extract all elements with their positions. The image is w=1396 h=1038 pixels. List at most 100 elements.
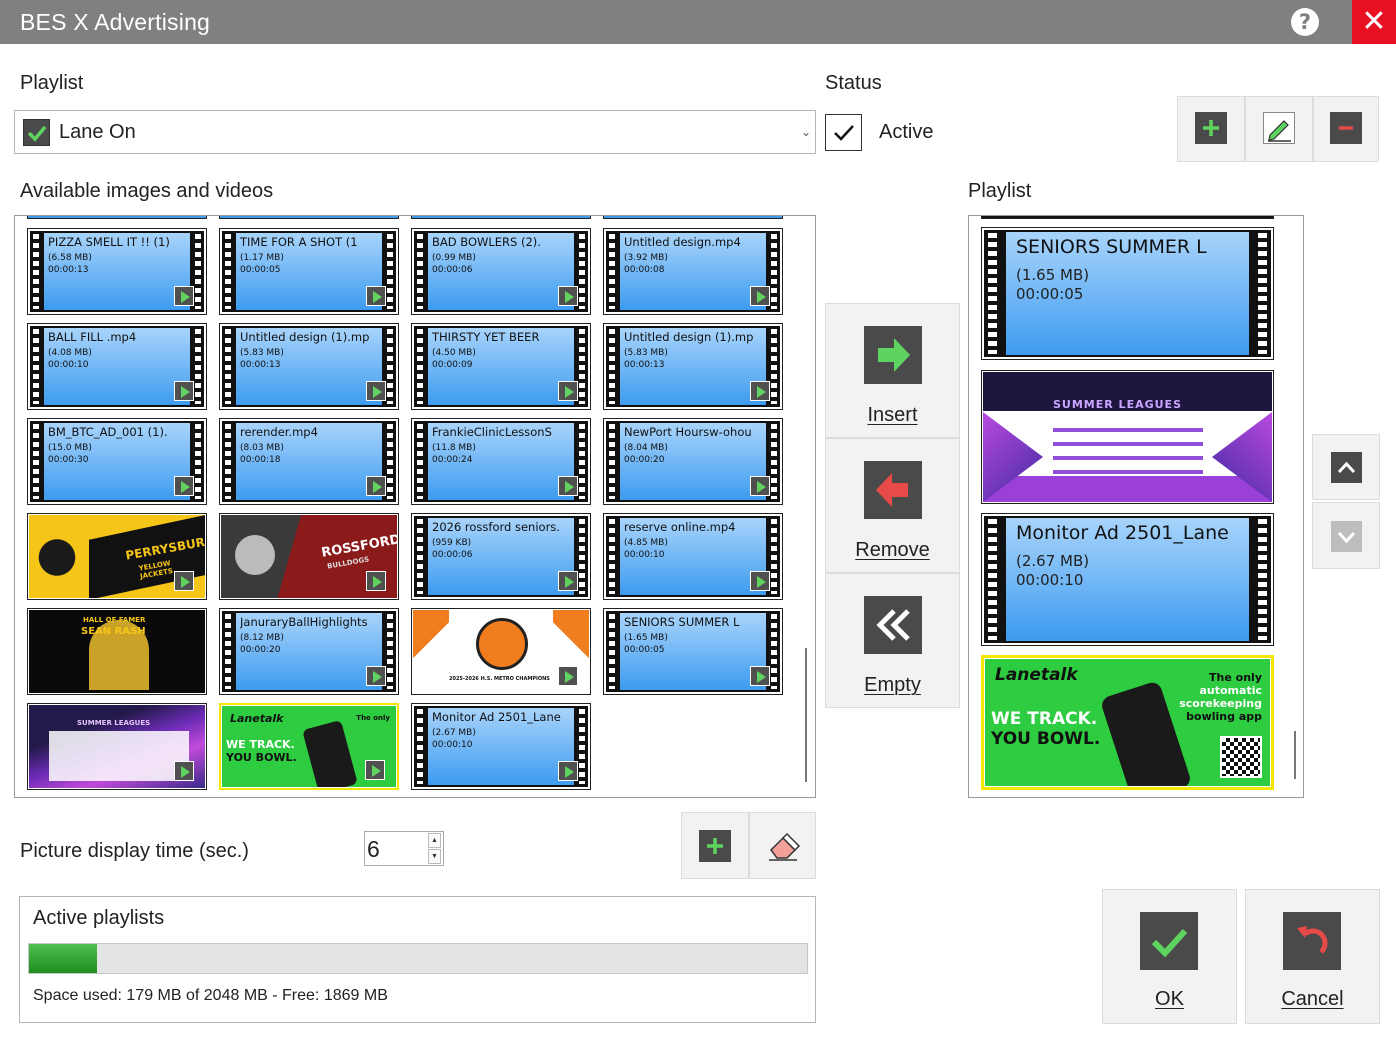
play-icon[interactable] [366, 381, 386, 401]
available-media-list[interactable]: PIZZA SMELL IT !! (1) (6.58 MB) 00:00:13… [14, 215, 816, 798]
empty-button[interactable]: Empty [825, 573, 960, 708]
status-active-checkbox[interactable] [825, 114, 862, 151]
erase-media-button[interactable] [749, 812, 816, 879]
edit-playlist-button[interactable] [1245, 96, 1313, 162]
summer-leagues-text: SUMMER LEAGUES [1053, 398, 1182, 411]
playlist-scrollbar[interactable] [1294, 731, 1296, 779]
media-tile[interactable]: Monitor Ad 2501_Lane (2.67 MB) 00:00:10 [411, 703, 591, 790]
media-tile[interactable]: NewPort Hoursw-ohou (8.04 MB) 00:00:20 [603, 418, 783, 505]
play-icon[interactable] [558, 381, 578, 401]
play-icon[interactable] [174, 381, 194, 401]
help-icon[interactable]: ? [1291, 8, 1319, 36]
media-duration: 00:00:05 [624, 645, 665, 655]
playlist-list[interactable]: SENIORS SUMMER L (1.65 MB) 00:00:05 SUMM… [968, 215, 1304, 798]
add-media-button[interactable] [681, 812, 749, 879]
media-tile-image[interactable]: HALL OF FAMER SEAN RASH [27, 608, 207, 695]
media-tile[interactable]: PIZZA SMELL IT !! (1) (6.58 MB) 00:00:13 [27, 228, 207, 315]
play-icon[interactable] [558, 666, 578, 686]
play-icon[interactable] [174, 476, 194, 496]
media-tile-image[interactable]: SUMMER LEAGUES [27, 703, 207, 790]
playlist-tile[interactable]: Monitor Ad 2501_Lane (2.67 MB) 00:00:10 [981, 513, 1274, 646]
remove-button[interactable]: Remove [825, 438, 960, 573]
sean-rash-text: SEAN RASH [81, 626, 146, 637]
media-name: rerender.mp4 [240, 425, 318, 439]
cancel-button[interactable]: Cancel [1245, 889, 1380, 1024]
media-tile[interactable]: reserve online.mp4 (4.85 MB) 00:00:10 [603, 513, 783, 600]
move-down-button[interactable] [1312, 502, 1380, 569]
play-icon[interactable] [558, 761, 578, 781]
play-icon[interactable] [365, 760, 385, 780]
playlist-label: Playlist [20, 72, 84, 94]
play-icon[interactable] [174, 571, 194, 591]
play-icon[interactable] [366, 571, 386, 591]
media-tile-image[interactable]: Lanetalk WE TRACK. YOU BOWL. The only [219, 703, 399, 790]
playlist-dropdown[interactable]: Lane On ⌄ [14, 110, 816, 154]
media-tile-image[interactable]: 2025-2026 H.S. METRO CHAMPIONS [411, 608, 591, 695]
play-icon[interactable] [366, 476, 386, 496]
playlist-tile-image[interactable]: SUMMER LEAGUES [981, 370, 1274, 504]
play-icon[interactable] [366, 666, 386, 686]
play-icon[interactable] [366, 286, 386, 306]
picture-time-value: 6 [367, 836, 380, 862]
list-item[interactable] [27, 216, 207, 219]
play-icon[interactable] [558, 571, 578, 591]
media-duration: 00:00:10 [48, 360, 89, 370]
media-tile[interactable]: Untitled design.mp4 (3.92 MB) 00:00:08 [603, 228, 783, 315]
media-tile[interactable]: rerender.mp4 (8.03 MB) 00:00:18 [219, 418, 399, 505]
play-icon[interactable] [174, 761, 194, 781]
playlist-tile-image[interactable]: Lanetalk WE TRACK. YOU BOWL. The only au… [981, 655, 1274, 790]
playlist-tile[interactable]: SENIORS SUMMER L (1.65 MB) 00:00:05 [981, 227, 1274, 360]
insert-button[interactable]: Insert [825, 303, 960, 438]
media-tile[interactable]: 2026 rossford seniors. (959 KB) 00:00:06 [411, 513, 591, 600]
chevron-down-icon[interactable]: ⌄ [801, 125, 811, 139]
list-item[interactable] [981, 216, 1274, 219]
double-chevron-left-icon [864, 596, 922, 654]
play-icon[interactable] [174, 286, 194, 306]
play-icon[interactable] [750, 666, 770, 686]
play-icon[interactable] [558, 476, 578, 496]
list-item[interactable] [411, 216, 591, 219]
picture-time-stepper[interactable]: 6 ▲ ▼ [364, 831, 444, 866]
play-icon[interactable] [750, 286, 770, 306]
media-duration: 00:00:20 [240, 645, 281, 655]
empty-label: Empty [864, 674, 921, 696]
media-tile[interactable]: TIME FOR A SHOT (1 (1.17 MB) 00:00:05 [219, 228, 399, 315]
play-icon[interactable] [750, 476, 770, 496]
media-name: THIRSTY YET BEER [432, 330, 540, 344]
media-tile[interactable]: Untitled design (1).mp (5.83 MB) 00:00:1… [219, 323, 399, 410]
media-tile-image[interactable]: PERRYSBURG YELLOW JACKETS [27, 513, 207, 600]
move-up-button[interactable] [1312, 434, 1380, 500]
media-tile[interactable]: Untitled design (1).mp (5.83 MB) 00:00:1… [603, 323, 783, 410]
ok-button[interactable]: OK [1102, 889, 1237, 1024]
media-tile[interactable]: JanuraryBallHighlights (8.12 MB) 00:00:2… [219, 608, 399, 695]
stepper-up-icon[interactable]: ▲ [428, 833, 441, 848]
play-icon[interactable] [750, 381, 770, 401]
lanetalk-tag-4: bowling app [1186, 710, 1262, 723]
status-active-label: Active [879, 121, 934, 143]
media-tile[interactable]: BAD BOWLERS (2). (0.99 MB) 00:00:06 [411, 228, 591, 315]
media-tile[interactable]: BALL FILL .mp4 (4.08 MB) 00:00:10 [27, 323, 207, 410]
stepper-down-icon[interactable]: ▼ [428, 849, 441, 864]
list-item[interactable] [603, 216, 783, 219]
chevron-down-icon [1331, 521, 1362, 552]
media-size: (6.58 MB) [48, 253, 92, 263]
play-icon[interactable] [558, 286, 578, 306]
storage-progress-bar [28, 943, 808, 974]
lanetalk-logo-text: Lanetalk [995, 665, 1078, 685]
media-size: (4.85 MB) [624, 538, 668, 548]
media-tile-image[interactable]: ROSSFORD BULLDOGS [219, 513, 399, 600]
media-duration: 00:00:10 [1016, 571, 1084, 589]
add-playlist-button[interactable] [1177, 96, 1245, 162]
available-scrollbar[interactable] [805, 648, 807, 782]
media-duration: 00:00:05 [240, 265, 281, 275]
media-tile[interactable]: BM_BTC_AD_001 (1). (15.0 MB) 00:00:30 [27, 418, 207, 505]
delete-playlist-button[interactable] [1313, 96, 1379, 162]
active-playlists-label: Active playlists [33, 907, 165, 929]
media-tile[interactable]: SENIORS SUMMER L (1.65 MB) 00:00:05 [603, 608, 783, 695]
media-tile[interactable]: THIRSTY YET BEER (4.50 MB) 00:00:09 [411, 323, 591, 410]
media-tile[interactable]: FrankieClinicLessonS (11.8 MB) 00:00:24 [411, 418, 591, 505]
close-icon[interactable]: ✕ [1352, 0, 1396, 44]
play-icon[interactable] [750, 571, 770, 591]
list-item[interactable] [219, 216, 399, 219]
media-name: Monitor Ad 2501_Lane [1016, 522, 1229, 544]
